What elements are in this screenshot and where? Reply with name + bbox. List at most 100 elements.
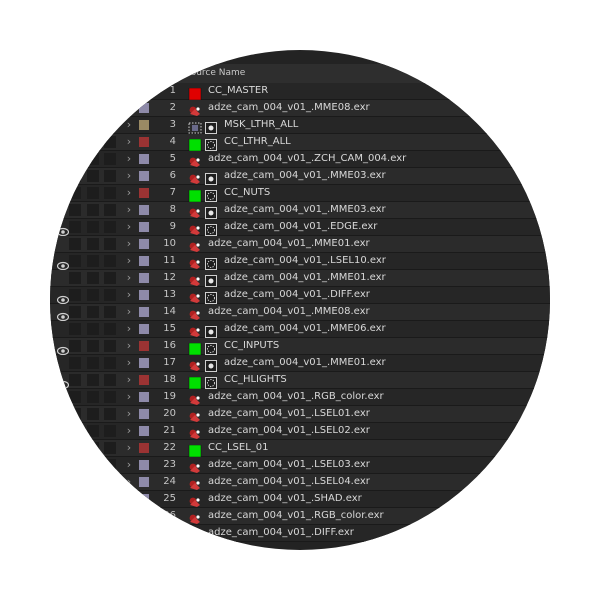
solo-toggle[interactable] xyxy=(87,476,99,488)
visibility-eye-icon[interactable] xyxy=(57,205,69,215)
solo-toggle[interactable] xyxy=(87,323,99,335)
lock-toggle[interactable] xyxy=(104,170,116,182)
lock-toggle[interactable] xyxy=(104,306,116,318)
layer-source-name[interactable]: CC_LSEL_01 xyxy=(208,441,269,455)
audio-toggle[interactable] xyxy=(69,357,81,369)
audio-toggle[interactable] xyxy=(69,391,81,403)
alpha-matte-icon[interactable] xyxy=(205,187,217,202)
layer-row[interactable]: › 15 adze_cam_004_v01_.MME06.exr xyxy=(50,321,550,338)
layer-source-name[interactable]: adze_cam_004_v01_.MME01.exr xyxy=(224,271,386,285)
solo-toggle[interactable] xyxy=(87,204,99,216)
layer-source-name[interactable]: adze_cam_004_v01_.MME06.exr xyxy=(224,322,386,336)
layer-source-name[interactable]: adze_cam_004_v01_.DIFF.exr xyxy=(208,526,354,540)
label-color-swatch[interactable] xyxy=(139,494,149,504)
visibility-eye-icon[interactable] xyxy=(57,154,69,164)
visibility-eye-icon[interactable] xyxy=(57,460,69,470)
solo-toggle[interactable] xyxy=(87,527,99,539)
expand-chevron-icon[interactable]: › xyxy=(124,475,134,489)
solo-toggle[interactable] xyxy=(87,408,99,420)
visibility-eye-icon[interactable] xyxy=(57,137,69,147)
layer-row[interactable]: › 7 CC_NUTS xyxy=(50,185,550,203)
lock-toggle[interactable] xyxy=(104,493,116,505)
label-color-swatch[interactable] xyxy=(139,154,149,164)
lock-toggle[interactable] xyxy=(104,289,116,301)
label-color-swatch[interactable] xyxy=(139,443,149,453)
visibility-eye-icon[interactable] xyxy=(57,494,69,504)
solo-toggle[interactable] xyxy=(87,238,99,250)
expand-chevron-icon[interactable]: › xyxy=(124,441,134,455)
label-color-swatch[interactable] xyxy=(139,392,149,402)
lock-toggle[interactable] xyxy=(104,527,116,539)
layer-source-name[interactable]: adze_cam_004_v01_.LSEL03.exr xyxy=(208,458,370,472)
audio-toggle[interactable] xyxy=(69,238,81,250)
audio-toggle[interactable] xyxy=(69,306,81,318)
label-color-swatch[interactable] xyxy=(139,222,149,232)
audio-toggle[interactable] xyxy=(69,136,81,148)
lock-toggle[interactable] xyxy=(104,187,116,199)
layer-row[interactable]: › 1 CC_MASTER xyxy=(50,83,550,101)
label-color-swatch[interactable] xyxy=(139,188,149,198)
layer-source-name[interactable]: adze_cam_004_v01_.MME01.exr xyxy=(224,356,386,370)
layer-source-name[interactable]: MSK_LTHR_ALL xyxy=(224,118,298,132)
audio-toggle[interactable] xyxy=(69,170,81,182)
lock-toggle[interactable] xyxy=(104,442,116,454)
track-matte-icon[interactable] xyxy=(205,323,217,338)
solo-toggle[interactable] xyxy=(87,340,99,352)
lock-toggle[interactable] xyxy=(104,272,116,284)
expand-chevron-icon[interactable]: › xyxy=(124,356,134,370)
label-color-swatch[interactable] xyxy=(139,324,149,334)
alpha-matte-icon[interactable] xyxy=(205,289,217,304)
audio-toggle[interactable] xyxy=(69,493,81,505)
expand-chevron-icon[interactable]: › xyxy=(124,407,134,421)
layer-row[interactable]: › 6 adze_cam_004_v01_.MME03.exr xyxy=(50,168,550,185)
expand-chevron-icon[interactable]: › xyxy=(124,390,134,404)
solo-toggle[interactable] xyxy=(87,153,99,165)
visibility-eye-icon[interactable] xyxy=(57,171,69,181)
lock-toggle[interactable] xyxy=(104,408,116,420)
expand-chevron-icon[interactable]: › xyxy=(124,84,134,98)
layer-source-name[interactable]: CC_MASTER xyxy=(208,84,268,98)
audio-toggle[interactable] xyxy=(69,255,81,267)
label-color-swatch[interactable] xyxy=(139,273,149,283)
track-matte-icon[interactable] xyxy=(205,170,217,185)
label-color-swatch[interactable] xyxy=(139,86,149,96)
layer-row[interactable]: › 12 adze_cam_004_v01_.MME01.exr xyxy=(50,270,550,287)
layer-row[interactable]: › 26 adze_cam_004_v01_.RGB_color.exr xyxy=(50,508,550,525)
visibility-eye-icon[interactable] xyxy=(57,86,69,96)
lock-toggle[interactable] xyxy=(104,102,116,114)
alpha-matte-icon[interactable] xyxy=(205,136,217,151)
visibility-eye-icon[interactable] xyxy=(56,307,70,322)
solo-toggle[interactable] xyxy=(87,136,99,148)
solo-toggle[interactable] xyxy=(87,391,99,403)
expand-chevron-icon[interactable]: › xyxy=(124,271,134,285)
label-color-swatch[interactable] xyxy=(139,103,149,113)
audio-toggle[interactable] xyxy=(69,408,81,420)
layer-row[interactable]: › 21 adze_cam_004_v01_.LSEL02.exr xyxy=(50,423,550,440)
layer-row[interactable]: › 17 adze_cam_004_v01_.MME01.exr xyxy=(50,355,550,372)
label-color-swatch[interactable] xyxy=(139,528,149,538)
label-color-swatch[interactable] xyxy=(139,171,149,181)
label-color-swatch[interactable] xyxy=(139,460,149,470)
label-color-swatch[interactable] xyxy=(139,341,149,351)
audio-toggle[interactable] xyxy=(69,476,81,488)
layer-source-name[interactable]: adze_cam_004_v01_.LSEL02.exr xyxy=(208,424,370,438)
visibility-eye-icon[interactable] xyxy=(57,273,69,283)
audio-toggle[interactable] xyxy=(69,119,81,131)
solo-toggle[interactable] xyxy=(87,85,99,97)
visibility-eye-icon[interactable] xyxy=(57,358,69,368)
solo-toggle[interactable] xyxy=(87,221,99,233)
label-color-swatch[interactable] xyxy=(139,426,149,436)
lock-toggle[interactable] xyxy=(104,425,116,437)
audio-toggle[interactable] xyxy=(69,340,81,352)
audio-toggle[interactable] xyxy=(69,323,81,335)
layer-source-name[interactable]: adze_cam_004_v01_.MME08.exr xyxy=(208,101,370,115)
audio-toggle[interactable] xyxy=(69,527,81,539)
expand-chevron-icon[interactable]: › xyxy=(124,526,134,540)
label-color-swatch[interactable] xyxy=(139,477,149,487)
layer-row[interactable]: › 24 adze_cam_004_v01_.LSEL04.exr xyxy=(50,474,550,491)
layer-row[interactable]: › 14 adze_cam_004_v01_.MME08.exr xyxy=(50,304,550,322)
visibility-eye-icon[interactable] xyxy=(57,426,69,436)
expand-chevron-icon[interactable]: › xyxy=(124,220,134,234)
lock-toggle[interactable] xyxy=(104,238,116,250)
visibility-eye-icon[interactable] xyxy=(57,239,69,249)
